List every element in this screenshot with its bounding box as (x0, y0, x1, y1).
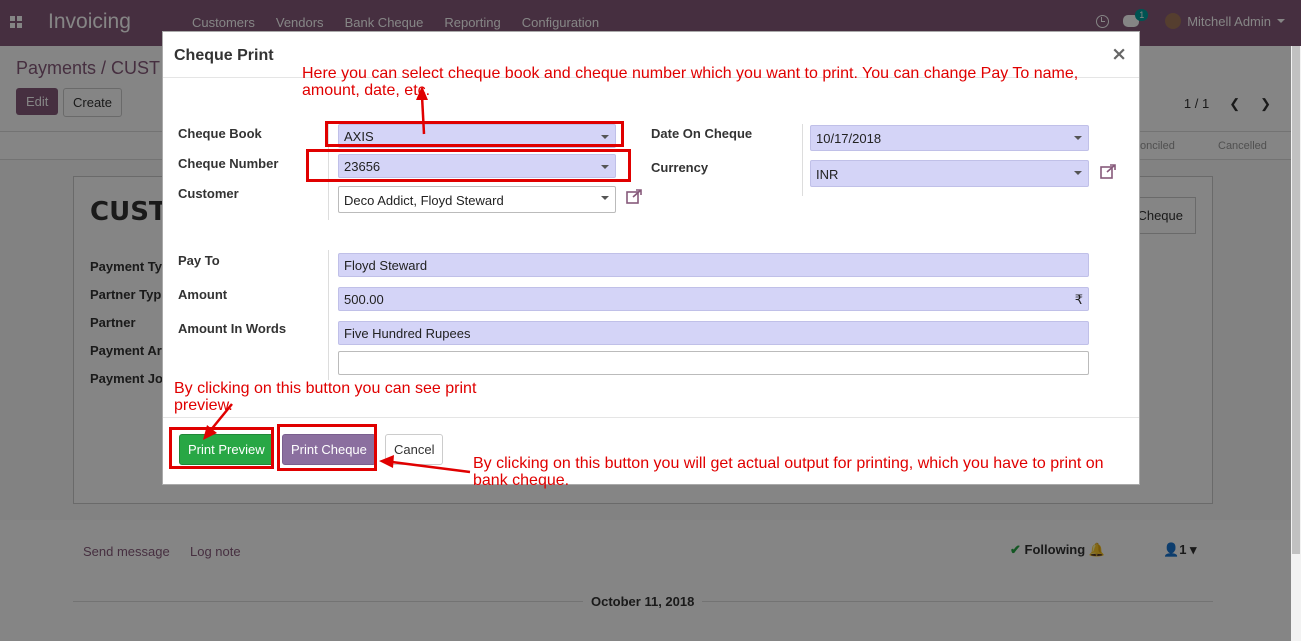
label-divider (328, 250, 329, 380)
page-scrollbar[interactable] (1291, 46, 1301, 641)
customer-value: Deco Addict, Floyd Steward (344, 193, 504, 208)
label-divider (802, 124, 803, 196)
amount-in-words-line2-input[interactable] (338, 351, 1089, 375)
annotation-print-cheque: By clicking on this button you will get … (473, 455, 1104, 489)
currency-symbol: ₹ (1074, 292, 1083, 307)
highlight-cheque-book (325, 121, 624, 147)
chevron-down-icon (1074, 136, 1082, 140)
chevron-down-icon (1074, 171, 1082, 175)
date-on-cheque-input[interactable]: 10/17/2018 (810, 125, 1089, 151)
label-amount-in-words: Amount In Words (178, 321, 287, 336)
label-customer: Customer (178, 186, 239, 201)
annotation-print-preview: By clicking on this button you can see p… (174, 380, 477, 414)
pay-to-input[interactable]: Floyd Steward (338, 253, 1089, 277)
amount-input[interactable]: 500.00 ₹ (338, 287, 1089, 311)
label-amount: Amount (178, 287, 228, 302)
chevron-down-icon (601, 196, 609, 200)
label-date-on-cheque: Date On Cheque (651, 126, 753, 141)
pay-to-value: Floyd Steward (344, 258, 428, 273)
label-cheque-book: Cheque Book (178, 126, 262, 141)
amount-in-words-value: Five Hundred Rupees (344, 326, 471, 341)
customer-select[interactable]: Deco Addict, Floyd Steward (338, 186, 616, 213)
annotation-select-cheque: Here you can select cheque book and cheq… (302, 65, 1079, 99)
external-link-icon[interactable] (1100, 164, 1117, 179)
amount-value: 500.00 (344, 292, 384, 307)
highlight-print-preview (169, 427, 274, 469)
highlight-cheque-number (306, 149, 631, 182)
scrollbar-thumb[interactable] (1292, 46, 1300, 554)
currency-value: INR (816, 167, 839, 182)
cancel-button[interactable]: Cancel (385, 434, 444, 465)
label-pay-to: Pay To (178, 253, 220, 268)
amount-in-words-input[interactable]: Five Hundred Rupees (338, 321, 1089, 345)
external-link-icon[interactable] (626, 189, 643, 204)
currency-select[interactable]: INR (810, 160, 1089, 187)
highlight-print-cheque (277, 424, 377, 471)
dialog-title: Cheque Print (174, 47, 274, 64)
cheque-print-dialog: Cheque Print × Cheque Book Cheque Number… (162, 31, 1140, 485)
label-cheque-number: Cheque Number (178, 156, 279, 171)
close-icon[interactable]: × (1111, 43, 1127, 65)
label-currency: Currency (651, 160, 709, 175)
date-on-cheque-value: 10/17/2018 (816, 131, 882, 146)
